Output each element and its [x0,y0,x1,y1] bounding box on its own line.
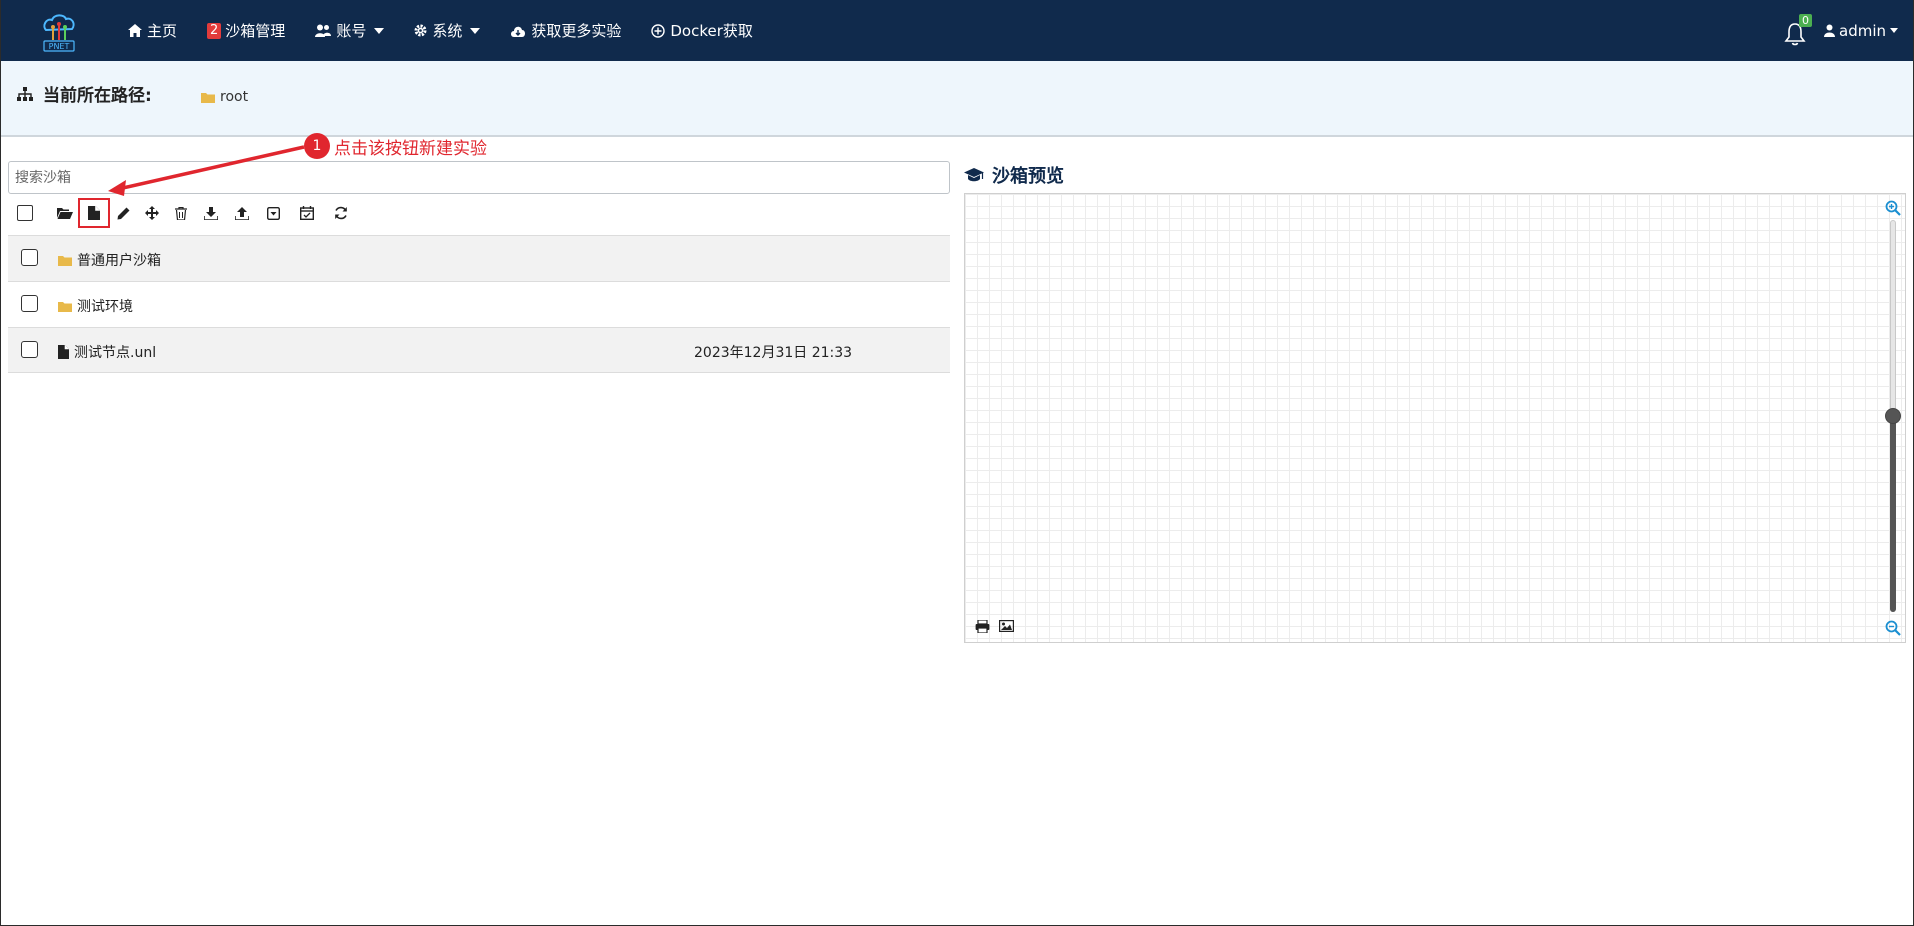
folder-entry[interactable]: 测试环境 [58,296,133,316]
gear-icon [414,24,427,37]
nav-account-label: 账号 [336,22,367,40]
plus-circle-icon [651,23,666,38]
preview-title-text: 沙箱预览 [992,166,1064,187]
trash-icon [175,206,187,220]
import-button[interactable] [231,202,253,224]
graduation-cap-icon [964,168,984,182]
notification-bell[interactable]: 0 [1784,13,1812,46]
nav-get-more-labs-label: 获取更多实验 [531,22,622,40]
row-checkbox[interactable] [21,249,38,266]
file-icon [58,345,69,359]
preview-title: 沙箱预览 [964,162,1064,188]
open-folder-button[interactable] [54,202,76,224]
chevron-down-icon [374,27,385,34]
upload-icon [235,206,249,220]
path-root-link[interactable]: root [201,89,248,105]
print-icon [975,619,989,633]
delete-button[interactable] [170,202,192,224]
export-button[interactable] [200,202,222,224]
zoom-slider-fill [1890,416,1896,612]
file-name: 测试节点.unl [74,345,157,361]
chevron-down-icon [470,27,481,34]
nav-get-more-labs[interactable]: 获取更多实验 [510,20,621,41]
pencil-icon [117,207,129,219]
sitemap-icon [17,86,33,101]
zoom-slider-handle[interactable] [1885,408,1901,424]
row-checkbox[interactable] [21,341,38,358]
zoom-out-button[interactable] [1885,620,1901,636]
annotation-text: 点击该按钮新建实验 [334,139,487,159]
user-name: admin [1839,21,1886,40]
users-icon [315,24,332,37]
zoom-out-icon [1885,620,1901,636]
zoom-in-button[interactable] [1885,200,1901,216]
canvas-tools [973,618,1021,634]
user-menu[interactable]: admin [1824,22,1898,40]
list-item[interactable]: 测试环境 [8,281,950,327]
home-icon [128,24,142,37]
annotation-step-number: 1 [304,133,330,159]
new-file-icon [88,206,100,220]
nav-sandbox-label: 沙箱管理 [225,22,286,40]
file-list: 普通用户沙箱 测试环境 测试节点.unl 2023年12月31日 21:33 [8,235,950,373]
svg-text:PNET: PNET [49,42,70,51]
download-icon [204,206,218,220]
list-item[interactable]: 普通用户沙箱 [8,235,950,281]
rename-button[interactable] [112,202,134,224]
select-all-checkbox[interactable] [17,205,33,221]
notification-badge: 0 [1799,13,1812,27]
folder-entry[interactable]: 普通用户沙箱 [58,250,161,270]
file-date: 2023年12月31日 21:33 [694,345,853,361]
calendar-check-icon [300,206,314,220]
top-navbar: PNET 主页 2 沙箱管理 账号 系统 获取更多实验 Docker获取 0 a… [0,0,1914,61]
file-entry[interactable]: 测试节点.unl [58,342,156,362]
path-bar: 当前所在路径: root [1,61,1913,137]
collapse-button[interactable] [262,202,284,224]
path-title: 当前所在路径: [17,81,152,106]
nav-system-label: 系统 [432,22,463,40]
nav-docker-label: Docker获取 [670,22,753,40]
list-item[interactable]: 测试节点.unl 2023年12月31日 21:33 [8,327,950,373]
pnet-logo[interactable]: PNET [40,12,78,52]
preview-canvas[interactable] [964,193,1906,643]
path-root-label: root [220,89,249,105]
row-checkbox[interactable] [21,295,38,312]
nav-sandbox-manage[interactable]: 2 沙箱管理 [207,20,285,41]
dropdown-box-icon [266,206,280,220]
folder-icon [58,301,72,312]
folder-icon [58,255,72,266]
refresh-button[interactable] [330,202,352,224]
nav-home-label: 主页 [147,22,178,40]
folder-icon [201,92,215,103]
file-toolbar [8,198,950,228]
folder-name: 普通用户沙箱 [77,253,161,269]
chevron-down-icon [1890,28,1898,33]
nav-docker[interactable]: Docker获取 [651,20,753,41]
export-image-button[interactable] [997,618,1015,634]
user-icon [1824,24,1835,37]
schedule-button[interactable] [296,202,318,224]
zoom-in-icon [1885,200,1901,216]
refresh-icon [335,206,347,220]
path-title-text: 当前所在路径: [43,86,152,106]
open-folder-icon [57,208,73,219]
nav-home[interactable]: 主页 [128,20,177,41]
move-button[interactable] [141,202,163,224]
move-icon [145,206,159,220]
folder-name: 测试环境 [77,299,133,315]
search-input[interactable] [8,161,950,194]
new-lab-button[interactable] [83,202,105,224]
nav-system[interactable]: 系统 [414,20,481,41]
nav-badge: 2 [207,22,222,39]
print-button[interactable] [973,618,991,634]
image-icon [998,620,1014,632]
cloud-download-icon [511,26,526,37]
nav-account[interactable]: 账号 [315,20,385,41]
